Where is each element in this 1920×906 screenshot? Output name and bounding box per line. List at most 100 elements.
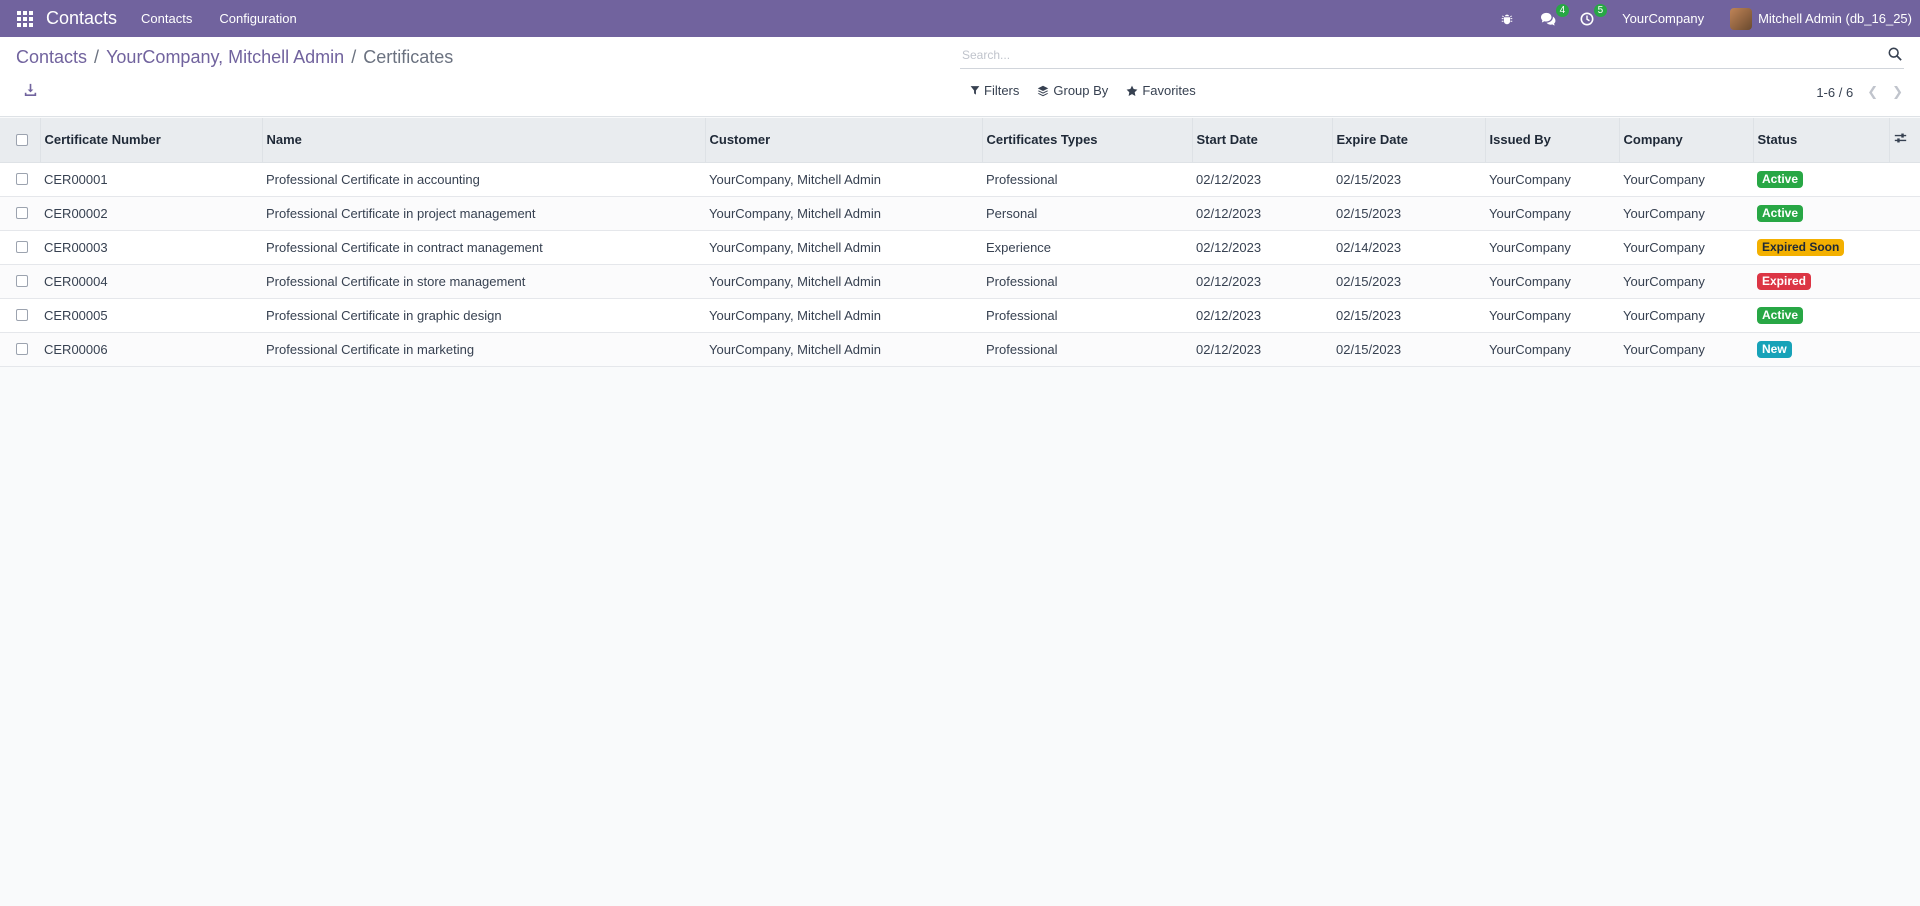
menu-configuration[interactable]: Configuration: [219, 11, 296, 26]
filters-label: Filters: [984, 83, 1020, 98]
filters-button[interactable]: Filters: [970, 83, 1019, 98]
cell-name: Professional Certificate in graphic desi…: [262, 298, 705, 333]
row-select-cell: [0, 264, 40, 299]
user-avatar[interactable]: [1730, 7, 1753, 30]
debug-bug-icon[interactable]: [1500, 12, 1514, 26]
column-header-certificates-types[interactable]: Certificates Types: [982, 118, 1193, 163]
row-end-cell: [1889, 264, 1920, 299]
row-select-checkbox[interactable]: [16, 309, 28, 321]
certificates-table: Certificate Number Name Customer Certifi…: [0, 118, 1920, 367]
row-end-cell: [1889, 162, 1920, 197]
certificates-list: Certificate Number Name Customer Certifi…: [0, 118, 1920, 367]
menu-contacts[interactable]: Contacts: [141, 11, 192, 26]
user-menu[interactable]: Mitchell Admin (db_16_25): [1758, 11, 1912, 26]
row-select-cell: [0, 196, 40, 231]
cell-start-date: 02/12/2023: [1192, 264, 1332, 299]
column-header-status[interactable]: Status: [1753, 118, 1890, 163]
status-badge: Expired Soon: [1757, 238, 1845, 256]
cell-name: Professional Certificate in contract man…: [262, 230, 705, 265]
column-header-name[interactable]: Name: [262, 118, 706, 163]
chat-icon[interactable]: 4: [1540, 3, 1570, 26]
cell-status: New: [1753, 332, 1889, 367]
search-input[interactable]: [960, 42, 1888, 67]
cell-start-date: 02/12/2023: [1192, 162, 1332, 197]
row-select-cell: [0, 298, 40, 333]
cell-company: YourCompany: [1619, 332, 1753, 367]
cell-status: Expired: [1753, 264, 1889, 299]
cell-company: YourCompany: [1619, 162, 1753, 197]
column-header-customer[interactable]: Customer: [705, 118, 983, 163]
table-row[interactable]: CER00006 Professional Certificate in mark…: [0, 332, 1920, 367]
cell-issued-by: YourCompany: [1485, 332, 1619, 367]
app-name[interactable]: Contacts: [46, 8, 117, 29]
table-header-row: Certificate Number Name Customer Certifi…: [0, 118, 1920, 163]
activity-count-badge: 5: [1593, 3, 1608, 17]
cell-customer: YourCompany, Mitchell Admin: [705, 230, 982, 265]
cell-issued-by: YourCompany: [1485, 162, 1619, 197]
favorites-button[interactable]: Favorites: [1126, 83, 1196, 98]
cell-expire-date: 02/15/2023: [1332, 162, 1485, 197]
cell-certificates-types: Professional: [982, 332, 1192, 367]
column-header-company[interactable]: Company: [1619, 118, 1754, 163]
table-row[interactable]: CER00003 Professional Certificate in cont…: [0, 230, 1920, 265]
cell-start-date: 02/12/2023: [1192, 230, 1332, 265]
pager-previous-icon[interactable]: ❮: [1867, 84, 1878, 100]
table-row[interactable]: CER00001 Professional Certificate in acco…: [0, 162, 1920, 197]
cell-issued-by: YourCompany: [1485, 264, 1619, 299]
cell-certificate-number: CER00005: [40, 298, 262, 333]
column-header-issued-by[interactable]: Issued By: [1485, 118, 1620, 163]
pager-next-icon[interactable]: ❯: [1892, 84, 1903, 100]
row-select-checkbox[interactable]: [16, 241, 28, 253]
top-navbar: Contacts Contacts Configuration 4 5 Your…: [0, 0, 1920, 37]
breadcrumb-contacts[interactable]: Contacts: [16, 47, 87, 68]
navbar-systray: 4 5 YourCompany Mitchell Admin (db_16_25…: [1500, 0, 1920, 37]
apps-grid-icon[interactable]: [17, 10, 33, 27]
cell-certificates-types: Professional: [982, 298, 1192, 333]
cell-start-date: 02/12/2023: [1192, 196, 1332, 231]
group-by-button[interactable]: Group By: [1037, 83, 1108, 98]
select-all-checkbox[interactable]: [16, 133, 28, 146]
column-header-start-date[interactable]: Start Date: [1192, 118, 1333, 163]
cell-issued-by: YourCompany: [1485, 298, 1619, 333]
cell-expire-date: 02/14/2023: [1332, 230, 1485, 265]
breadcrumb-separator: /: [351, 47, 357, 67]
table-row[interactable]: CER00002 Professional Certificate in proj…: [0, 196, 1920, 231]
table-row[interactable]: CER00004 Professional Certificate in stor…: [0, 264, 1920, 299]
pager-value[interactable]: 1-6 / 6: [1816, 85, 1853, 100]
row-select-checkbox[interactable]: [16, 343, 28, 355]
status-badge: Active: [1757, 170, 1804, 188]
row-select-cell: [0, 230, 40, 265]
chat-count-badge: 4: [1555, 3, 1570, 17]
column-header-expire-date[interactable]: Expire Date: [1332, 118, 1486, 163]
cell-start-date: 02/12/2023: [1192, 332, 1332, 367]
star-icon: [1126, 85, 1138, 96]
status-badge: Active: [1757, 204, 1804, 222]
pager: 1-6 / 6 ❮ ❯: [1816, 84, 1903, 100]
cell-status: Expired Soon: [1753, 230, 1889, 265]
cell-company: YourCompany: [1619, 230, 1753, 265]
column-header-certificate-number[interactable]: Certificate Number: [40, 118, 263, 163]
cell-name: Professional Certificate in store manage…: [262, 264, 705, 299]
breadcrumb-separator: /: [94, 47, 100, 67]
download-icon[interactable]: [24, 83, 40, 99]
search-bar: [960, 41, 1904, 69]
breadcrumb-partner[interactable]: YourCompany, Mitchell Admin: [106, 47, 344, 68]
optional-columns-sliders-icon[interactable]: [1894, 132, 1907, 147]
control-panel: Contacts / YourCompany, Mitchell Admin /…: [0, 37, 1920, 117]
company-switcher[interactable]: YourCompany: [1622, 11, 1704, 26]
cell-certificate-number: CER00004: [40, 264, 262, 299]
row-select-cell: [0, 332, 40, 367]
cell-certificates-types: Professional: [982, 162, 1192, 197]
row-select-checkbox[interactable]: [16, 275, 28, 287]
table-row[interactable]: CER00005 Professional Certificate in grap…: [0, 298, 1920, 333]
row-select-checkbox[interactable]: [16, 207, 28, 219]
row-end-cell: [1889, 298, 1920, 333]
cell-certificate-number: CER00002: [40, 196, 262, 231]
activity-clock-icon[interactable]: 5: [1580, 3, 1608, 26]
layers-icon: [1038, 85, 1049, 96]
search-icon[interactable]: [1888, 47, 1904, 63]
row-select-checkbox[interactable]: [16, 173, 28, 185]
page-title: Certificates: [363, 47, 454, 67]
cell-status: Active: [1753, 298, 1889, 333]
cell-customer: YourCompany, Mitchell Admin: [705, 162, 982, 197]
